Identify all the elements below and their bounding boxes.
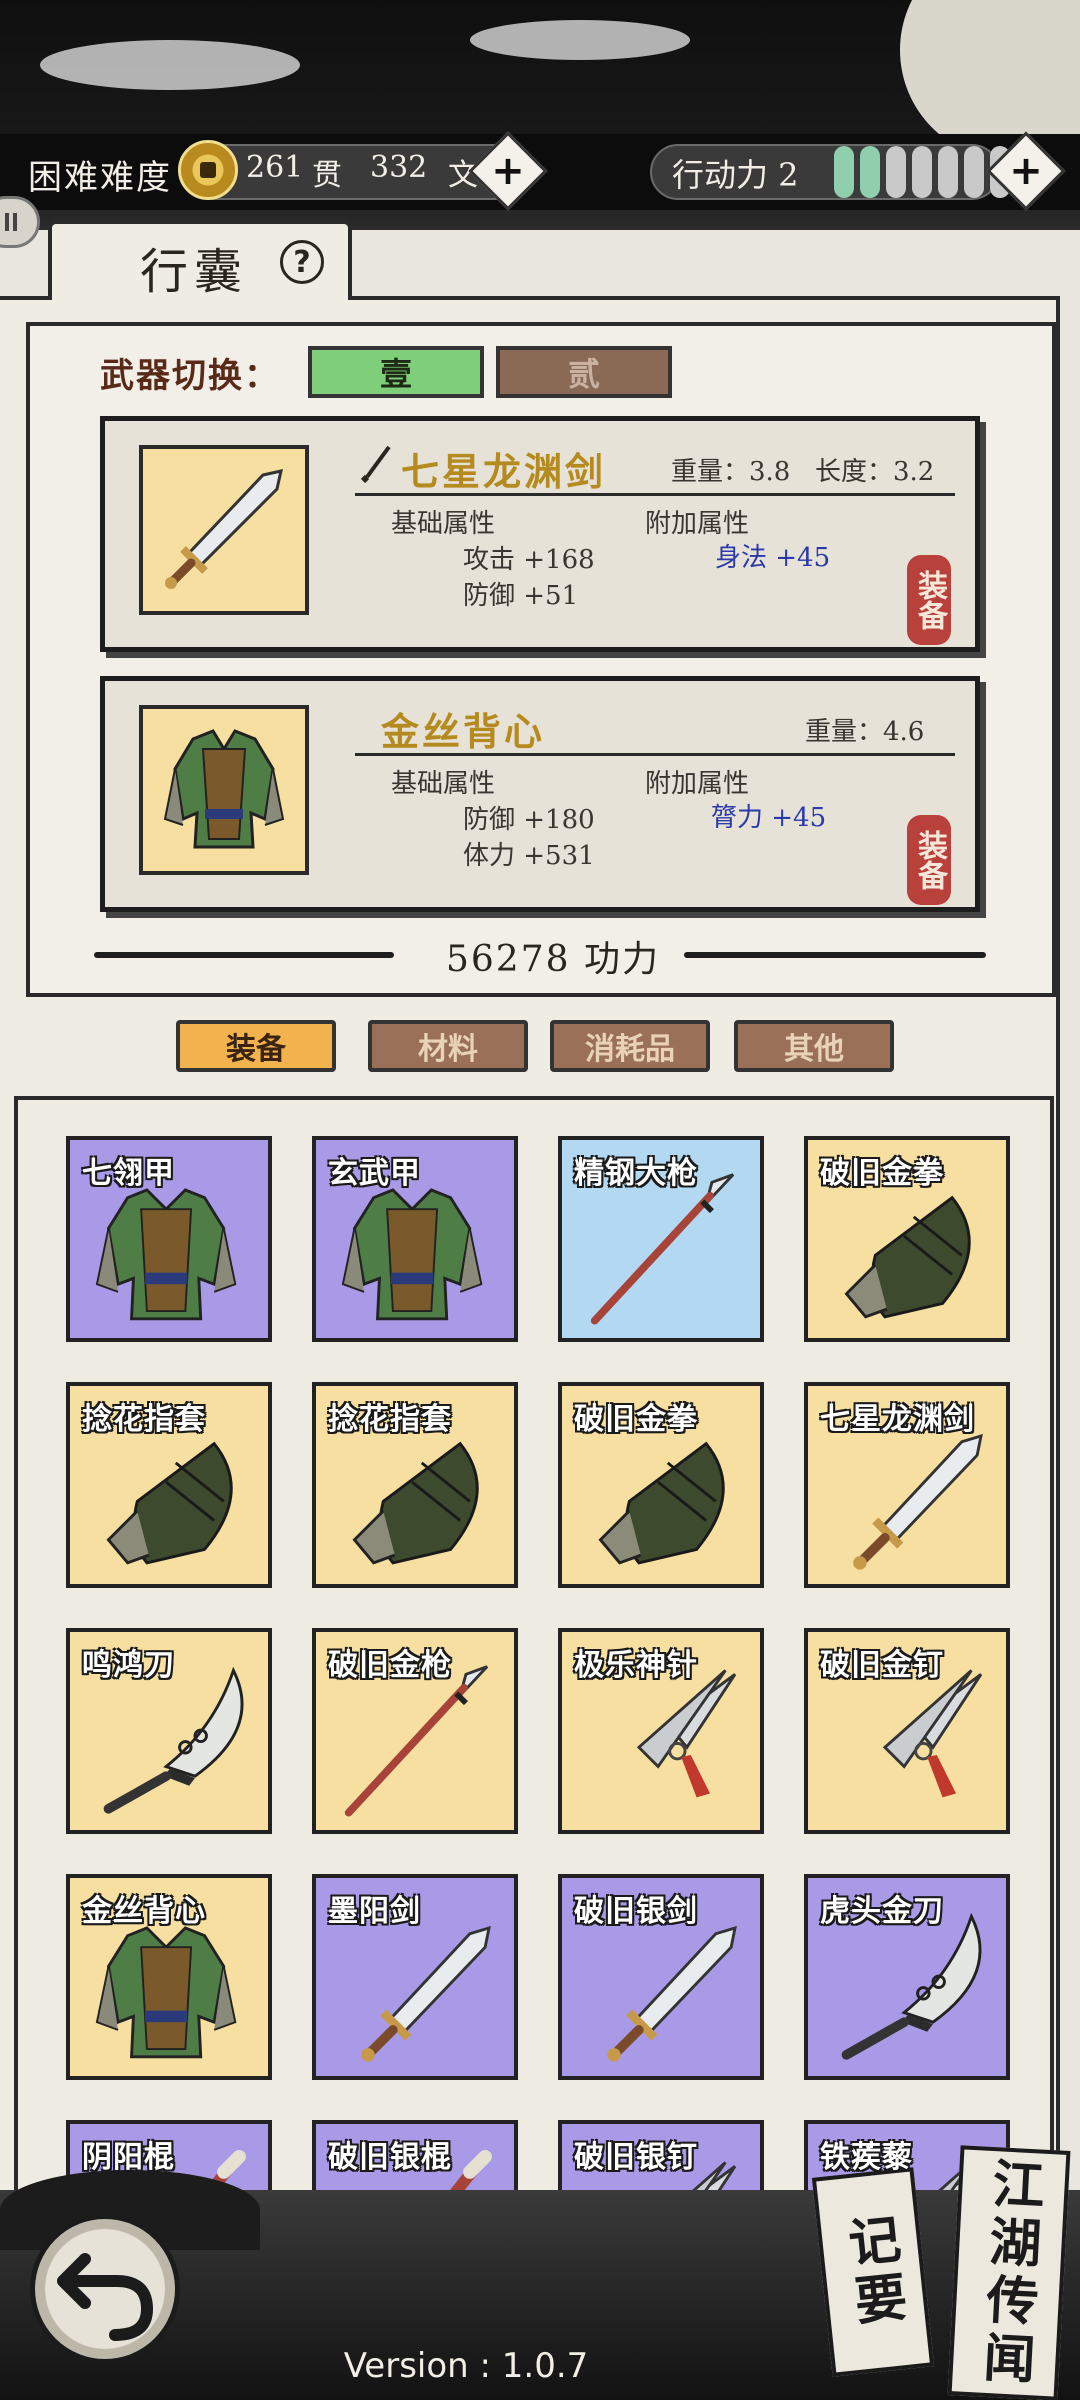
equipped-armor-name: 金丝背心 <box>381 709 546 754</box>
inventory-item-name: 精钢大枪 <box>574 1156 698 1191</box>
cloud-decoration <box>40 40 300 90</box>
bonus-stat: 膂力 +45 <box>711 803 827 833</box>
inventory-item[interactable]: 破旧金枪 <box>312 1628 518 1834</box>
stamina-segment <box>886 146 906 198</box>
power-value: 56278 功力 <box>446 939 660 980</box>
inventory-item[interactable]: 极乐神针 <box>558 1628 764 1834</box>
back-button[interactable] <box>30 2214 180 2364</box>
inventory-item[interactable]: 玄武甲 <box>312 1136 518 1342</box>
inventory-item-name: 破旧金枪 <box>328 1648 452 1683</box>
equipped-weapon-card[interactable]: 七星龙渊剑 重量：3.8 长度：3.2 基础属性 附加属性 攻击 +168 防御… <box>100 416 980 652</box>
inventory-item[interactable]: 七翎甲 <box>66 1136 272 1342</box>
inventory-item[interactable]: 鸣鸿刀 <box>66 1628 272 1834</box>
weapon-switch-label: 武器切换： <box>100 356 280 396</box>
inventory-item-name: 铁蒺藜 <box>820 2140 913 2175</box>
stamina-segment <box>860 146 880 198</box>
version-label: Version : 1.0.7 <box>343 2346 589 2386</box>
armor-weight: 重量：4.6 <box>805 717 925 747</box>
stamina-label: 行动力 2 <box>672 156 799 194</box>
equip-seal-button[interactable]: 装备 <box>907 555 951 645</box>
inventory-item-name: 鸣鸿刀 <box>82 1648 175 1683</box>
help-icon[interactable]: ? <box>280 240 324 284</box>
coin-icon <box>178 140 238 200</box>
equipped-weapon-name: 七星龙渊剑 <box>401 449 607 494</box>
divider <box>94 952 394 958</box>
inventory-item[interactable]: 破旧金拳 <box>558 1382 764 1588</box>
panel-title-tab: 行囊 ? <box>48 220 352 300</box>
inventory-item-name: 破旧金钉 <box>820 1648 944 1683</box>
inventory-item[interactable]: 捻花指套 <box>312 1382 518 1588</box>
inventory-item-name: 墨阳剑 <box>328 1894 421 1929</box>
weapon-thumbnail <box>139 445 309 615</box>
weapon-length: 长度：3.2 <box>815 457 935 487</box>
brush-icon <box>360 445 391 483</box>
tab-materials[interactable]: 材料 <box>368 1020 528 1072</box>
tab-others[interactable]: 其他 <box>734 1020 894 1072</box>
inventory-item-name: 玄武甲 <box>328 1156 421 1191</box>
inventory-item-name: 金丝背心 <box>82 1894 206 1929</box>
tab-consumables[interactable]: 消耗品 <box>550 1020 710 1072</box>
back-arrow-icon <box>57 2253 154 2341</box>
tab-equipment[interactable]: 装备 <box>176 1020 336 1072</box>
inventory-grid: 七翎甲 玄武甲 精钢大枪 破旧金拳 捻花指套 捻花指套 破旧金拳 七星龙渊剑 鸣鸿刀 破旧金枪 极乐… <box>14 1096 1054 2226</box>
inventory-item[interactable]: 破旧银剑 <box>558 1874 764 2080</box>
stamina-segment <box>938 146 958 198</box>
guan-unit: 贯 <box>312 158 342 193</box>
base-stat: 体力 +531 <box>463 841 595 871</box>
cloud-decoration <box>470 20 690 60</box>
inventory-item-name: 破旧银棍 <box>328 2140 452 2175</box>
panel-title: 行囊 <box>140 244 249 300</box>
inventory-item[interactable]: 破旧金钉 <box>804 1628 1010 1834</box>
divider <box>684 952 986 958</box>
inventory-item[interactable]: 七星龙渊剑 <box>804 1382 1010 1588</box>
bonus-attr-label: 附加属性 <box>645 769 750 799</box>
inventory-item[interactable]: 虎头金刀 <box>804 1874 1010 2080</box>
base-attr-label: 基础属性 <box>391 509 496 539</box>
inventory-item-name: 破旧金拳 <box>574 1402 698 1437</box>
sword-icon <box>165 469 283 589</box>
weapon-slot-2-button[interactable]: 贰 <box>496 346 672 398</box>
inventory-item[interactable]: 精钢大枪 <box>558 1136 764 1342</box>
wen-value: 332 <box>370 150 428 185</box>
notes-button[interactable]: 记要 <box>811 2167 935 2377</box>
inventory-item[interactable]: 墨阳剑 <box>312 1874 518 2080</box>
bonus-stat: 身法 +45 <box>715 543 831 573</box>
inventory-item-name: 破旧金拳 <box>820 1156 944 1191</box>
stamina-segment <box>834 146 854 198</box>
base-stat: 防御 +180 <box>463 805 595 835</box>
plus-icon: + <box>1009 148 1043 194</box>
inventory-item-name: 七翎甲 <box>82 1156 175 1191</box>
inventory-item-name: 阴阳棍 <box>82 2140 175 2175</box>
divider <box>355 753 955 756</box>
inventory-item-name: 七星龙渊剑 <box>820 1402 975 1437</box>
base-stat: 防御 +51 <box>463 581 579 611</box>
inventory-item[interactable]: 捻花指套 <box>66 1382 272 1588</box>
inventory-item-name: 破旧银钉 <box>574 2140 698 2175</box>
rumors-button[interactable]: 江湖传闻 <box>947 2145 1071 2400</box>
armor-thumbnail <box>139 705 309 875</box>
power-row: 56278 功力 <box>94 930 986 980</box>
inventory-item[interactable]: 破旧金拳 <box>804 1136 1010 1342</box>
guan-value: 261 <box>246 150 304 185</box>
bonus-attr-label: 附加属性 <box>645 509 750 539</box>
plus-icon: + <box>491 148 525 194</box>
inventory-item-name: 捻花指套 <box>328 1402 452 1437</box>
inventory-item-name: 捻花指套 <box>82 1402 206 1437</box>
divider <box>355 493 955 496</box>
stamina-segment <box>912 146 932 198</box>
equipped-armor-card[interactable]: 金丝背心 重量：4.6 基础属性 附加属性 防御 +180 体力 +531 膂力… <box>100 676 980 912</box>
inventory-item[interactable]: 金丝背心 <box>66 1874 272 2080</box>
difficulty-label: 困难难度 <box>28 158 172 198</box>
weapon-weight: 重量：3.8 <box>671 457 791 487</box>
inventory-item-name: 虎头金刀 <box>820 1894 944 1929</box>
stamina-segment <box>964 146 984 198</box>
base-attr-label: 基础属性 <box>391 769 496 799</box>
base-stat: 攻击 +168 <box>463 545 595 575</box>
equip-seal-button[interactable]: 装备 <box>907 815 951 905</box>
weapon-slot-1-button[interactable]: 壹 <box>308 346 484 398</box>
inventory-item-name: 破旧银剑 <box>574 1894 698 1929</box>
armor-icon <box>163 729 285 849</box>
inventory-item-name: 极乐神针 <box>574 1648 698 1683</box>
